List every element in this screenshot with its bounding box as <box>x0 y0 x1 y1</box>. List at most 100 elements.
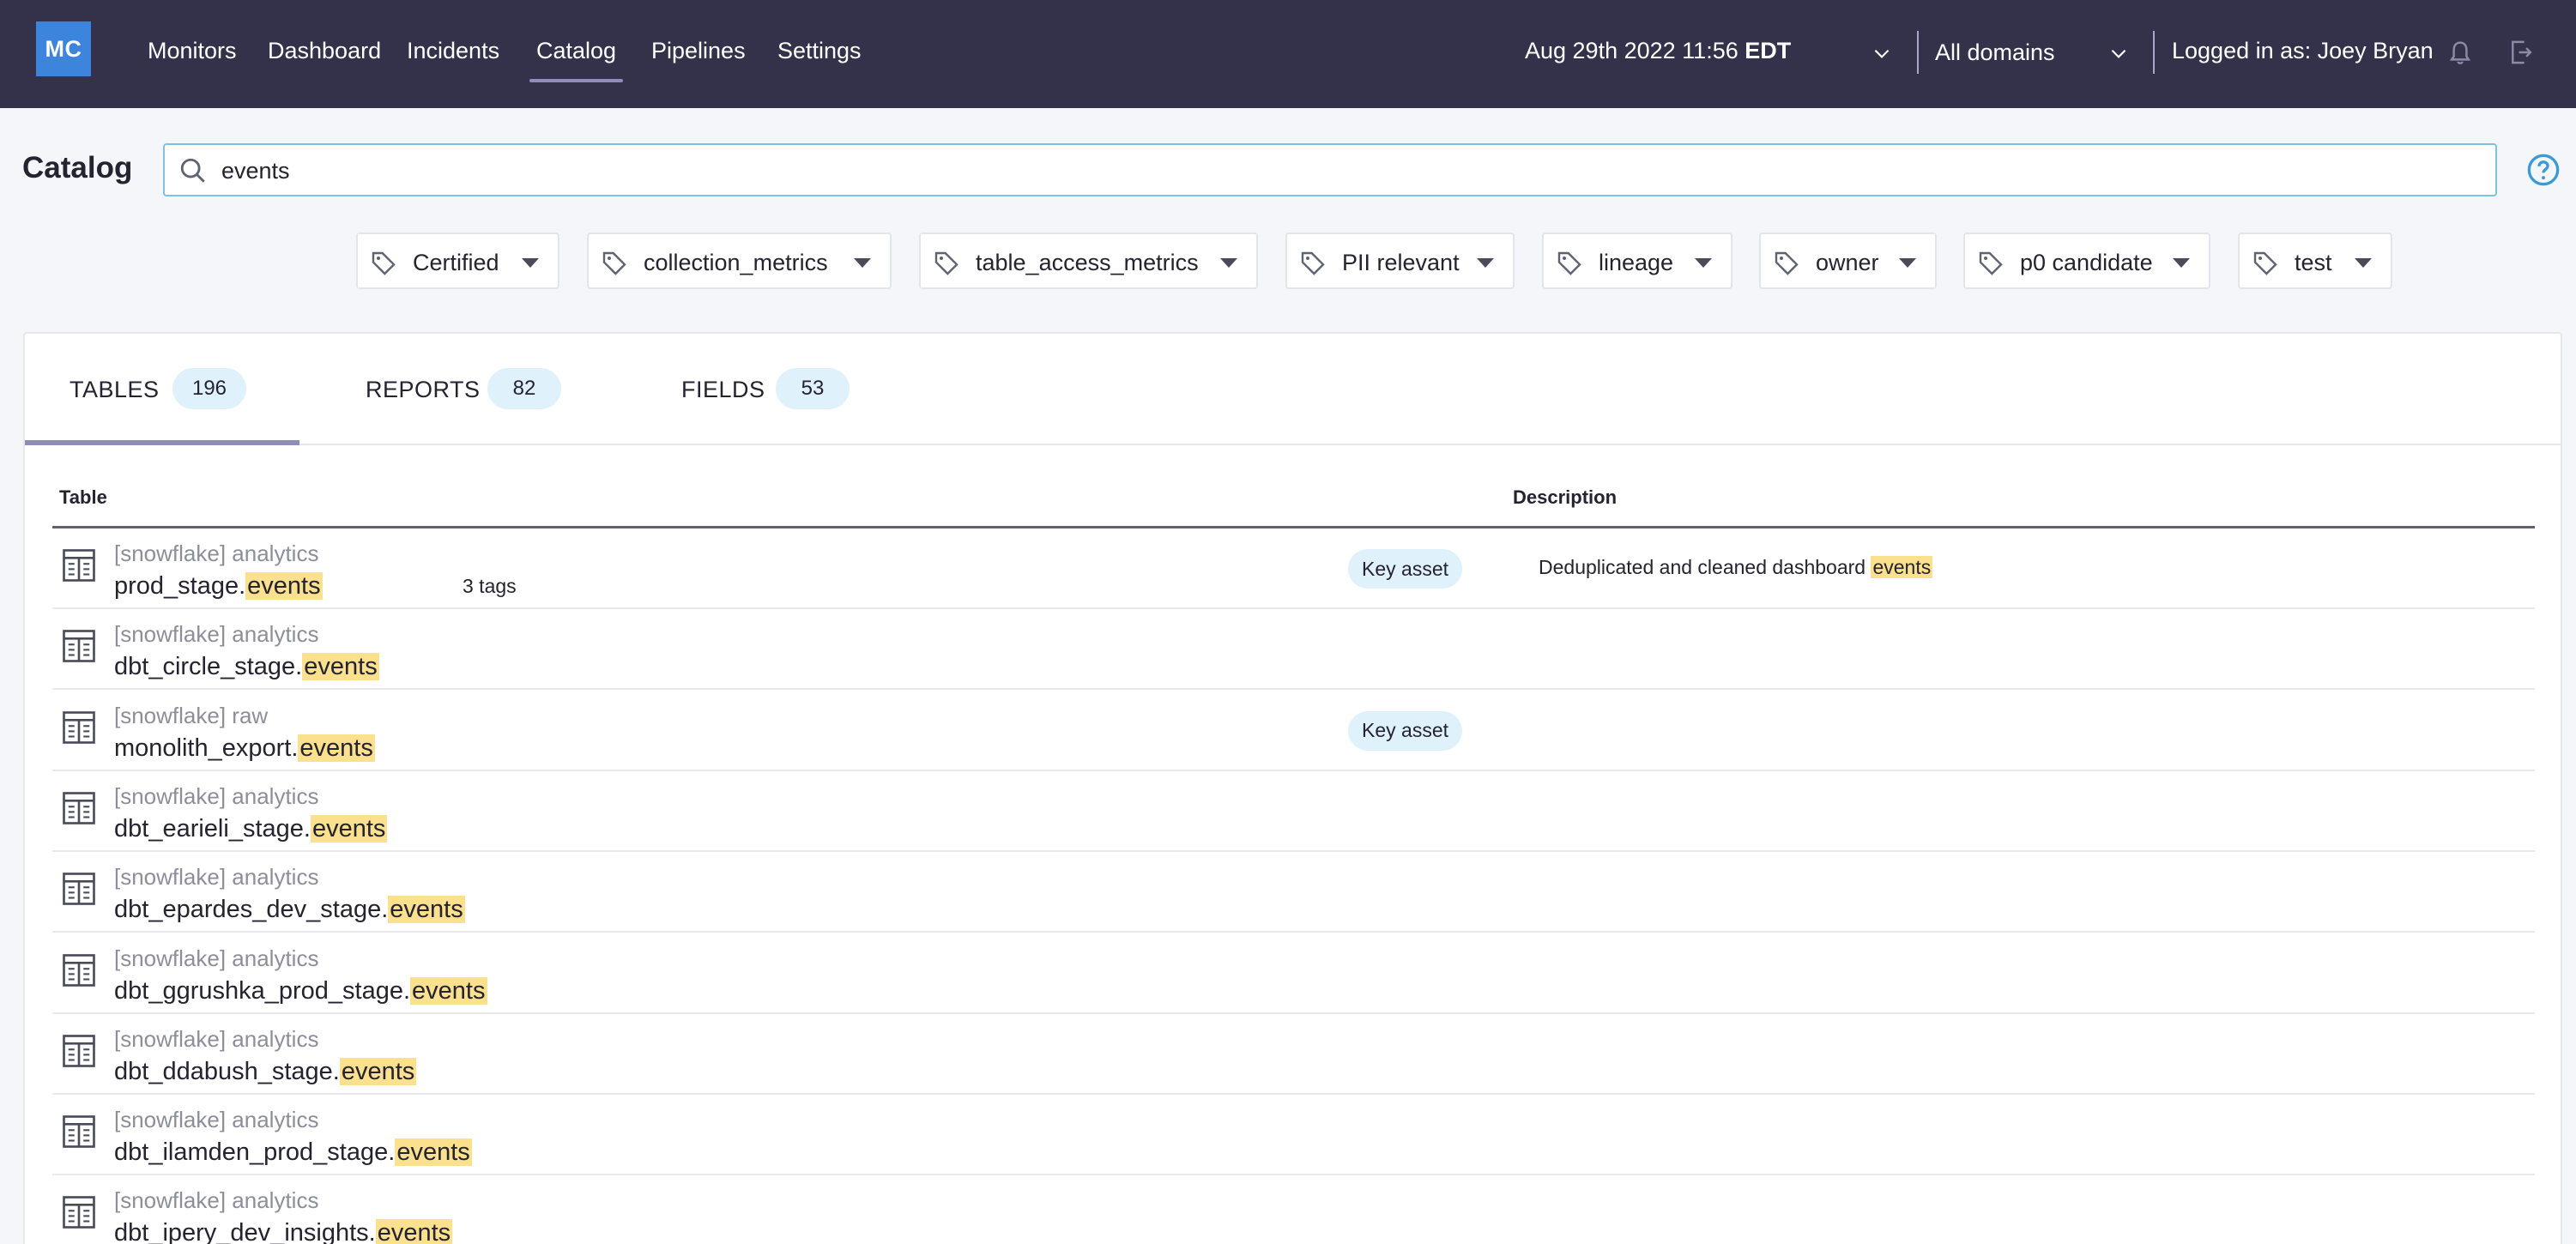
tag-icon <box>934 251 958 275</box>
top-navbar: MC Monitors Dashboard Incidents Catalog … <box>0 0 2576 108</box>
row-description-text: Deduplicated and cleaned dashboard <box>1539 556 1872 578</box>
column-header-description: Description <box>1513 486 1618 508</box>
search-match-highlight: events <box>375 1219 453 1244</box>
nav-incidents[interactable]: Incidents <box>407 38 499 64</box>
table-icon <box>63 710 95 744</box>
row-database: [snowflake] analytics <box>114 540 319 566</box>
search-match-highlight: events <box>310 814 388 842</box>
nav-pipelines[interactable]: Pipelines <box>651 38 746 64</box>
tab-tables[interactable]: TABLES 196 <box>70 368 284 411</box>
table-row[interactable]: [snowflake] analytics dbt_circle_stage.ev… <box>52 609 2535 691</box>
domain-select[interactable]: All domains <box>1935 39 2055 66</box>
row-table-name[interactable]: dbt_ggrushka_prod_stage.events <box>114 976 487 1005</box>
nav-catalog[interactable]: Catalog <box>529 38 624 82</box>
bell-icon[interactable] <box>2447 39 2473 67</box>
chevron-down-icon[interactable] <box>1871 42 1893 64</box>
table-row[interactable]: [snowflake] analytics dbt_epardes_dev_sta… <box>52 852 2535 933</box>
caret-down-icon <box>2355 258 2372 268</box>
nav-dashboard[interactable]: Dashboard <box>268 38 381 64</box>
tag-filter-lineage[interactable]: lineage <box>1542 232 1732 289</box>
row-table-name[interactable]: dbt_ilamden_prod_stage.events <box>114 1138 472 1167</box>
results-panel: TABLES 196 REPORTS 82 FIELDS 53 Table De… <box>23 332 2562 1244</box>
catalog-search[interactable] <box>163 143 2497 196</box>
row-table-name[interactable]: dbt_ddabush_stage.events <box>114 1057 417 1086</box>
table-row[interactable]: [snowflake] analytics dbt_ggrushka_prod_s… <box>52 933 2535 1014</box>
row-table-prefix: dbt_earieli_stage. <box>114 814 311 842</box>
row-database: [snowflake] analytics <box>114 864 319 891</box>
tab-label: REPORTS <box>366 377 481 402</box>
tab-fields[interactable]: FIELDS 53 <box>681 368 879 411</box>
table-row[interactable]: [snowflake] analytics dbt_ipery_dev_insig… <box>52 1175 2535 1244</box>
row-tags-count[interactable]: 3 tags <box>463 575 517 598</box>
row-table-name[interactable]: dbt_ipery_dev_insights.events <box>114 1219 453 1244</box>
tag-icon <box>602 251 626 275</box>
nav-monitors[interactable]: Monitors <box>148 38 237 64</box>
table-icon <box>63 1115 95 1148</box>
row-table-name[interactable]: prod_stage.events <box>114 572 323 601</box>
row-table-name[interactable]: dbt_circle_stage.events <box>114 653 379 681</box>
key-asset-badge: Key asset <box>1348 549 1462 589</box>
tag-filter-owner[interactable]: owner <box>1759 232 1937 289</box>
row-table-name[interactable]: dbt_epardes_dev_stage.events <box>114 896 465 924</box>
tag-filter-label: p0 candidate <box>2020 250 2153 275</box>
table-icon <box>63 549 95 582</box>
tag-filter-label: table_access_metrics <box>976 250 1199 275</box>
tag-icon <box>1557 251 1581 275</box>
row-database: [snowflake] analytics <box>114 782 319 809</box>
tag-filter-p0-candidate[interactable]: p0 candidate <box>1963 232 2210 289</box>
row-table-prefix: dbt_ilamden_prod_stage. <box>114 1138 396 1167</box>
tag-filter-test[interactable]: test <box>2238 232 2392 289</box>
tag-filter-label: lineage <box>1599 250 1674 275</box>
tag-icon <box>372 251 396 275</box>
active-tab-indicator <box>25 440 299 445</box>
search-match-highlight: events <box>388 896 465 924</box>
timezone-label: EDT <box>1745 38 1792 63</box>
tab-count-badge: 196 <box>172 368 246 409</box>
row-table-prefix: dbt_ipery_dev_insights. <box>114 1219 376 1244</box>
tag-filter-collection-metrics[interactable]: collection_metrics <box>587 232 892 289</box>
app-logo[interactable]: MC <box>36 21 91 76</box>
row-table-prefix: monolith_export. <box>114 734 299 762</box>
caret-down-icon <box>1899 258 1916 268</box>
table-row[interactable]: [snowflake] analytics dbt_earieli_stage.e… <box>52 771 2535 852</box>
row-table-prefix: dbt_epardes_dev_stage. <box>114 896 389 924</box>
caret-down-icon <box>1695 258 1712 268</box>
tag-icon <box>2253 251 2277 275</box>
date-range-display[interactable]: Aug 29th 2022 11:56 EDT <box>1525 38 1791 64</box>
table-row[interactable]: [snowflake] analytics dbt_ilamden_prod_st… <box>52 1095 2535 1176</box>
tab-label: TABLES <box>70 377 160 402</box>
chevron-down-icon[interactable] <box>2107 42 2130 64</box>
tag-filter-certified[interactable]: Certified <box>356 232 559 289</box>
nav-settings[interactable]: Settings <box>777 38 862 64</box>
tag-filter-label: PII relevant <box>1342 250 1460 275</box>
row-database: [snowflake] analytics <box>114 1187 319 1214</box>
tab-reports[interactable]: REPORTS 82 <box>366 368 580 411</box>
search-input[interactable] <box>221 155 2452 186</box>
tab-count-badge: 53 <box>776 368 850 409</box>
row-table-prefix: prod_stage. <box>114 572 246 600</box>
navbar-divider <box>1917 31 1919 74</box>
table-row[interactable]: [snowflake] analytics prod_stage.events 3 … <box>52 528 2535 609</box>
results-tabs: TABLES 196 REPORTS 82 FIELDS 53 <box>25 334 2561 445</box>
row-table-name[interactable]: dbt_earieli_stage.events <box>114 814 388 843</box>
caret-down-icon <box>1477 258 1494 268</box>
tag-icon <box>1979 251 2003 275</box>
tag-filter-table-access-metrics[interactable]: table_access_metrics <box>919 232 1258 289</box>
logout-icon[interactable] <box>2508 38 2534 67</box>
table-icon <box>63 1196 95 1229</box>
row-description: Deduplicated and cleaned dashboard event… <box>1539 556 1933 579</box>
help-icon[interactable] <box>2526 153 2561 187</box>
table-icon <box>63 873 95 905</box>
caret-down-icon <box>522 258 539 268</box>
table-row[interactable]: [snowflake] raw monolith_export.events Key… <box>52 691 2535 771</box>
search-match-highlight: events <box>302 653 379 681</box>
tag-filter-pii-relevant[interactable]: PII relevant <box>1285 232 1515 289</box>
table-row[interactable]: [snowflake] analytics dbt_ddabush_stage.e… <box>52 1014 2535 1095</box>
caret-down-icon <box>2173 258 2190 268</box>
tag-filter-label: Certified <box>413 250 499 275</box>
search-match-highlight: events <box>245 572 323 600</box>
page-title: Catalog <box>22 151 133 184</box>
row-table-prefix: dbt_ggrushka_prod_stage. <box>114 976 411 1005</box>
table-icon <box>63 953 95 987</box>
row-table-name[interactable]: monolith_export.events <box>114 734 375 763</box>
